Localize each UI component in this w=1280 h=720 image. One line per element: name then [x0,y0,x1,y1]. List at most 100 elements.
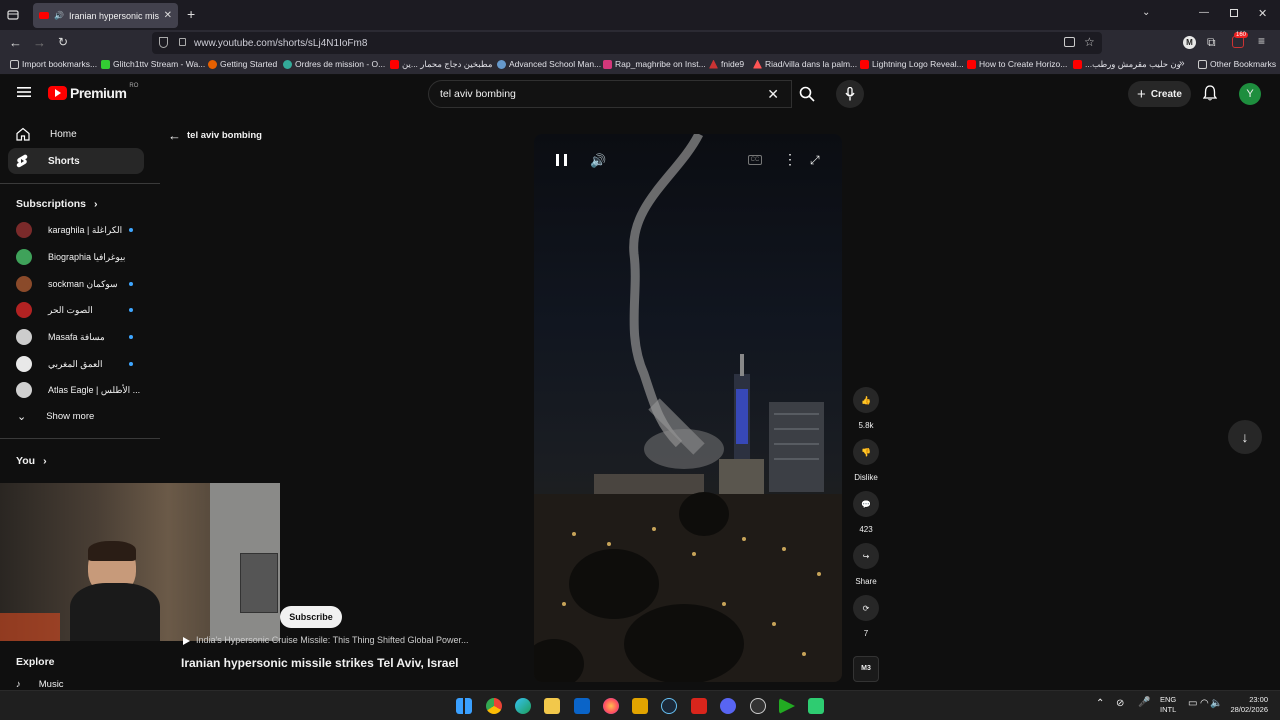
steam-icon[interactable] [661,698,677,714]
bookmark-item[interactable]: Glitch1ttv Stream - Wa... [101,59,205,69]
bookmark-item[interactable]: Riad/villa dans la palm... [753,59,857,69]
sidebar-item-shorts[interactable]: Shorts [8,148,144,174]
windows-start-icon[interactable] [456,698,472,714]
short-title[interactable]: Iranian hypersonic missile strikes Tel A… [181,656,458,670]
chrome-icon[interactable] [486,698,502,714]
outlook-icon[interactable] [574,698,590,714]
volume-icon[interactable]: 🔊 [590,153,606,169]
sidebar-subscription-item[interactable]: Atlas Eagle | الأطلس ... [16,382,140,398]
sticky-app-icon[interactable] [632,698,648,714]
terminal-icon[interactable] [808,698,824,714]
tray-wifi-icon[interactable]: ◠ [1200,698,1209,709]
comments-button[interactable]: 💬 423 [853,491,879,534]
edge-icon[interactable] [515,698,531,714]
discord-icon[interactable] [720,698,736,714]
bookmark-item[interactable]: How to Create Horizo... [967,59,1067,69]
sidebar-subscription-item[interactable]: Masafa مسافة [16,329,138,345]
close-window-icon[interactable]: ✕ [1258,7,1267,20]
address-bar[interactable]: www.youtube.com/shorts/sLj4N1IoFm8 ☆ [152,32,1102,54]
subscription-name: العمق المغربي [48,358,103,369]
search-button[interactable] [792,80,822,108]
music-icon: ♪ [16,679,21,690]
more-options-icon[interactable]: ⋮ [783,152,797,166]
share-button[interactable]: ↪ Share [853,543,879,586]
user-avatar[interactable]: Y [1239,83,1261,105]
shorts-video-player[interactable]: 🔊 CC ⋮ ⤢ [534,134,842,682]
tray-display-icon[interactable]: ▭ [1188,698,1197,709]
next-video-button[interactable]: ↓ [1228,420,1262,454]
sidebar-subscription-item[interactable]: karaghila | الكراغلة [16,222,138,238]
guide-menu-icon[interactable] [17,86,31,98]
tab-overflow-chevron-icon[interactable]: ⌄ [1142,7,1150,18]
related-video-link[interactable]: India's Hypersonic Cruise Missile: This … [183,635,469,645]
remix-button[interactable]: ⟳ 7 [853,595,879,638]
sidebar-subscription-item[interactable]: Biographia بيوغرافيا [16,249,138,265]
back-arrow-icon[interactable]: ← [9,35,22,50]
forward-arrow-icon[interactable]: → [33,35,46,50]
account-icon[interactable]: M [1183,36,1196,49]
sidebar-subscription-item[interactable]: العمق المغربي [16,356,138,372]
tab-list-icon[interactable] [7,9,19,21]
bookmark-item[interactable]: Getting Started [208,59,277,69]
sidebar-subscription-item[interactable]: الصوت الحر [16,302,138,318]
channel-avatar[interactable]: M3 [853,656,879,682]
voice-search-button[interactable] [836,80,864,108]
lock-icon[interactable] [179,38,186,46]
bookmark-item[interactable]: ...ون حليب مقرمش ورطب [1073,59,1181,70]
active-tab[interactable]: 🔊 Iranian hypersonic missile s ✕ [33,3,178,28]
search-input[interactable]: tel aviv bombing ✕ [428,80,792,108]
pause-icon[interactable] [556,154,567,166]
bookmark-item[interactable]: Ordres de mission - O... [283,59,385,69]
extensions-puzzle-icon[interactable]: ⧉ [1207,35,1216,50]
tray-microphone-icon[interactable]: 🎤 [1138,697,1150,708]
show-more-button[interactable]: ⌄ Show more [17,410,94,423]
firefox-icon[interactable] [603,698,619,714]
minimize-window-icon[interactable]: — [1199,7,1209,18]
subscription-name: sockman سوكمان [48,278,118,289]
acrobat-icon[interactable] [691,698,707,714]
maximize-window-icon[interactable] [1230,9,1238,17]
sidebar-item-music[interactable]: ♪ Music [16,679,64,690]
sidebar-item-home[interactable]: Home [8,121,144,147]
bookmark-item[interactable]: fnide9 [709,59,744,69]
bookmark-item[interactable]: Advanced School Man... [497,59,601,69]
bookmarks-overflow-icon[interactable]: » [1179,58,1185,69]
new-tab-icon[interactable]: + [187,6,195,22]
subscribe-button[interactable]: Subscribe [280,606,342,628]
url-text[interactable]: www.youtube.com/shorts/sLj4N1IoFm8 [194,38,367,49]
back-to-search-link[interactable]: ← tel aviv bombing [168,128,262,143]
you-heading[interactable]: You › [16,455,47,467]
bookmark-item[interactable]: Lightning Logo Reveal... [860,59,964,69]
other-bookmarks[interactable]: Other Bookmarks [1198,59,1276,69]
keyboard-language[interactable]: ENG INTL [1160,695,1176,715]
tray-network-icon[interactable]: ⊘ [1116,698,1124,709]
tray-overflow-icon[interactable]: ⌃ [1096,698,1104,709]
bookmark-star-icon[interactable]: ☆ [1084,35,1095,49]
new-content-dot [129,362,133,366]
menu-hamburger-icon[interactable]: ≡ [1258,34,1265,48]
search-query-text[interactable]: tel aviv bombing [440,88,516,100]
app-arrow-icon[interactable] [779,698,795,714]
dislike-button[interactable]: 👎 Dislike [853,439,879,482]
bookmark-item[interactable]: Rap_maghribe on Inst... [603,59,706,69]
subscriptions-heading[interactable]: Subscriptions › [16,198,98,210]
reload-icon[interactable]: ↻ [58,35,68,49]
sidebar-subscription-item[interactable]: sockman سوكمان [16,276,138,292]
like-button[interactable]: 👍 5.8k [853,387,879,430]
youtube-logo[interactable]: Premium RO [48,83,138,101]
obs-icon[interactable] [750,698,766,714]
close-tab-icon[interactable]: ✕ [164,10,172,21]
reader-view-icon[interactable] [1064,37,1075,47]
fullscreen-icon[interactable]: ⤢ [810,153,820,168]
system-clock[interactable]: 23:00 28/02/2026 [1228,695,1268,715]
captions-icon[interactable]: CC [748,155,762,165]
create-button[interactable]: + Create [1128,81,1191,107]
bookmark-item[interactable]: مطبخين دجاج محمار ...ين [390,59,492,70]
clear-search-icon[interactable]: ✕ [767,86,779,103]
bookmark-item[interactable]: Import bookmarks... [10,59,97,69]
shield-icon[interactable] [159,37,168,48]
notifications-bell-icon[interactable] [1203,85,1217,101]
audio-playing-icon[interactable]: 🔊 [54,11,64,20]
tray-volume-icon[interactable]: 🔈 [1210,698,1222,709]
file-explorer-icon[interactable] [544,698,560,714]
